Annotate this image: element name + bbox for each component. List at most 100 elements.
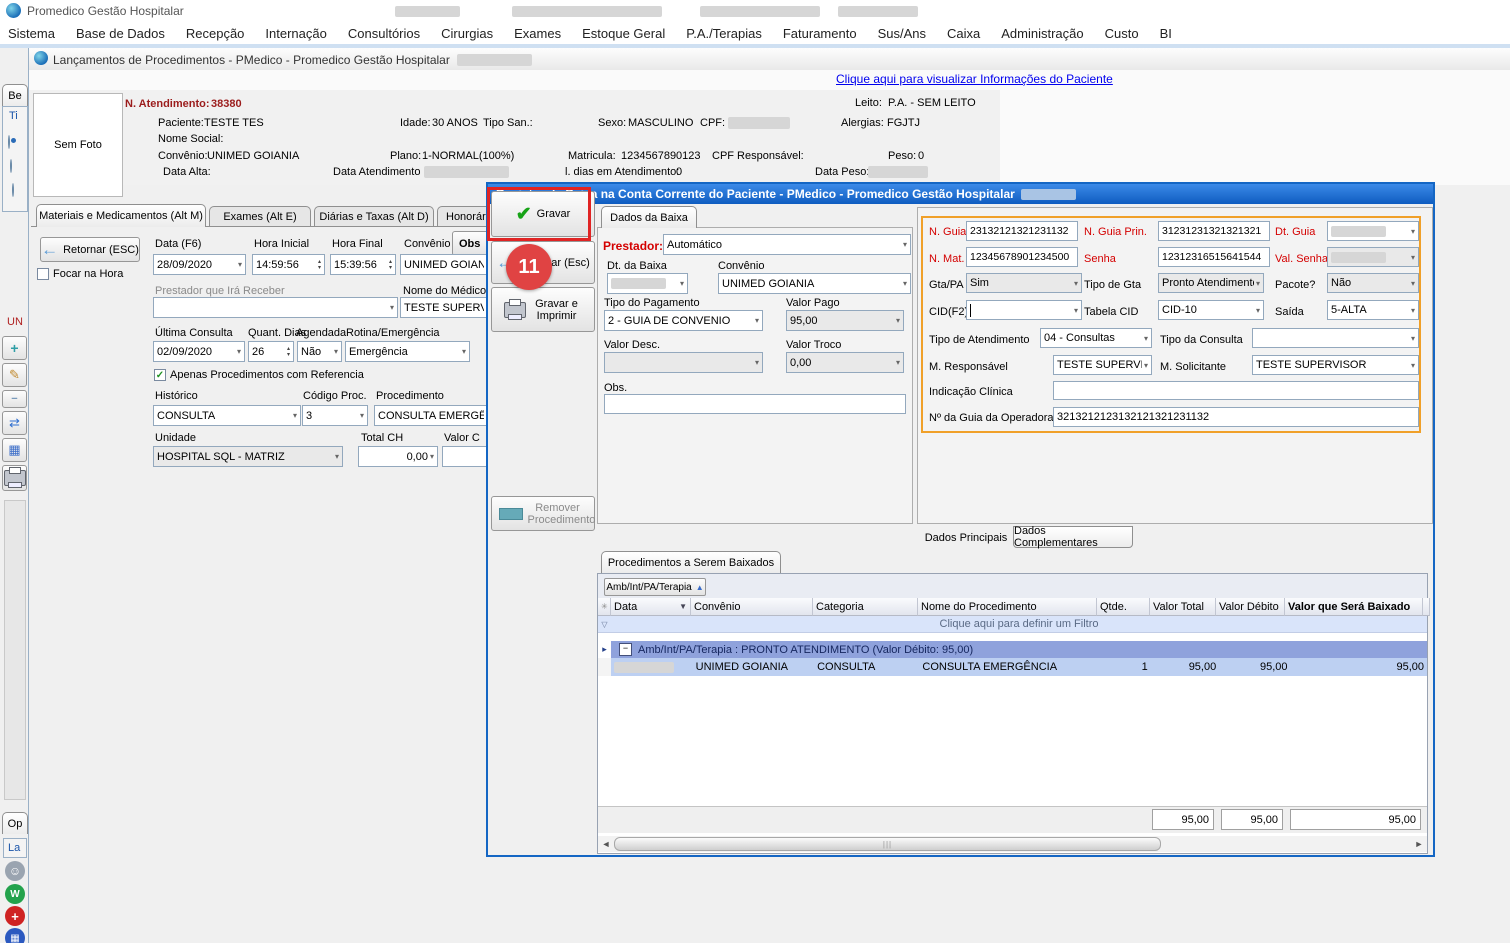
dropdown-arrow-icon[interactable]: ▾: [1411, 227, 1415, 236]
scroll-right-arrow[interactable]: ►: [1411, 839, 1427, 849]
dropdown-arrow-icon[interactable]: ▾: [334, 347, 338, 356]
col-header-valor-debito[interactable]: Valor Débito: [1216, 598, 1285, 616]
menu-consultorios[interactable]: Consultórios: [348, 26, 420, 41]
menu-bi[interactable]: BI: [1160, 26, 1172, 41]
obs-field[interactable]: [604, 394, 906, 414]
sidebar-radio-1[interactable]: [8, 135, 10, 149]
tab-dados-principais[interactable]: Dados Principais: [920, 528, 1012, 548]
total-ch-combo[interactable]: 0,00▾: [358, 446, 438, 467]
n-mat-field[interactable]: 12345678901234500: [966, 247, 1078, 267]
procedimento-field[interactable]: CONSULTA EMERGÊNCIA: [374, 405, 488, 426]
sidebar-tab-bottom[interactable]: Op: [2, 812, 28, 834]
dropdown-arrow-icon[interactable]: ▾: [680, 279, 684, 288]
col-header-valor-baixado[interactable]: Valor que Será Baixado: [1285, 598, 1423, 616]
dropdown-arrow-icon[interactable]: ▾: [1144, 361, 1148, 370]
dropdown-arrow-icon[interactable]: ▾: [1074, 306, 1078, 315]
n-guia-prin-field[interactable]: 31231231321321321: [1158, 221, 1270, 241]
spinner-icon[interactable]: ▴▾: [287, 346, 290, 358]
vitals-icon[interactable]: W: [5, 884, 25, 904]
dropdown-arrow-icon[interactable]: ▾: [430, 452, 434, 461]
calc-grid-icon[interactable]: ▦: [5, 928, 25, 943]
menu-custo[interactable]: Custo: [1105, 26, 1139, 41]
dialog-convenio-combo[interactable]: UNIMED GOIANIA▾: [718, 273, 911, 294]
quant-dias-spin[interactable]: 26▴▾: [248, 341, 294, 362]
apenas-proc-checkbox[interactable]: ✓: [154, 369, 166, 381]
senha-field[interactable]: 12312316515641544: [1158, 247, 1270, 267]
hora-final-spin[interactable]: 15:39:56▴▾: [330, 254, 396, 275]
menu-estoque-geral[interactable]: Estoque Geral: [582, 26, 665, 41]
dropdown-arrow-icon[interactable]: ▾: [360, 411, 364, 420]
menu-recepcao[interactable]: Recepção: [186, 26, 245, 41]
prestador-combo[interactable]: Automático▾: [663, 234, 911, 255]
n-guia-operadora-field[interactable]: 3213212123132121321231132: [1053, 407, 1419, 427]
prestador-receber-combo[interactable]: ▾: [153, 297, 398, 318]
menu-base-de-dados[interactable]: Base de Dados: [76, 26, 165, 41]
tab-exames[interactable]: Exames (Alt E): [209, 206, 311, 227]
col-header-valor-total[interactable]: Valor Total: [1150, 598, 1216, 616]
agendada-combo[interactable]: Não▾: [297, 341, 342, 362]
h-scrollbar[interactable]: ◄ ||| ►: [598, 836, 1427, 852]
saida-combo[interactable]: 5-ALTA▾: [1327, 300, 1419, 320]
tipo-atendimento-combo[interactable]: 04 - Consultas▾: [1040, 328, 1152, 348]
hora-inicial-spin[interactable]: 14:59:56▴▾: [252, 254, 325, 275]
rotina-combo[interactable]: Emergência▾: [345, 341, 470, 362]
menu-sistema[interactable]: Sistema: [8, 26, 55, 41]
historico-combo[interactable]: CONSULTA▾: [153, 405, 301, 426]
dropdown-arrow-icon[interactable]: ▾: [1411, 306, 1415, 315]
tipo-pagamento-combo[interactable]: 2 - GUIA DE CONVENIO▾: [604, 310, 763, 331]
col-header-data[interactable]: Data ▼: [611, 598, 691, 616]
nome-medico-field[interactable]: TESTE SUPERVISOR: [400, 297, 488, 318]
menu-administracao[interactable]: Administração: [1001, 26, 1083, 41]
collapse-icon[interactable]: −: [619, 643, 632, 656]
col-header-procedimento[interactable]: Nome do Procedimento: [918, 598, 1097, 616]
dropdown-arrow-icon[interactable]: ▾: [238, 260, 242, 269]
m-responsavel-combo[interactable]: TESTE SUPERVISOR▾: [1053, 355, 1152, 375]
add-button[interactable]: +: [2, 336, 27, 360]
dialog-titlebar[interactable]: Registro de Baixa na Conta Corrente do P…: [488, 184, 1433, 204]
remove-button[interactable]: −: [2, 390, 27, 408]
spinner-icon[interactable]: ▴▾: [389, 259, 392, 271]
menu-faturamento[interactable]: Faturamento: [783, 26, 857, 41]
grid-data-row[interactable]: UNIMED GOIANIA CONSULTA CONSULTA EMERGÊN…: [611, 658, 1427, 676]
convenio-combo[interactable]: UNIMED GOIANIA: [400, 254, 488, 275]
tab-dados-complementares[interactable]: Dados Complementares: [1013, 526, 1133, 548]
groupby-pill[interactable]: Amb/Int/PA/Terapia ▲: [604, 578, 706, 596]
ultima-consulta-combo[interactable]: 02/09/2020▾: [153, 341, 245, 362]
menu-cirurgias[interactable]: Cirurgias: [441, 26, 493, 41]
menu-caixa[interactable]: Caixa: [947, 26, 980, 41]
dt-baixa-combo[interactable]: ▾: [607, 273, 688, 294]
emergency-icon[interactable]: +: [5, 906, 25, 926]
tipo-consulta-combo[interactable]: ▾: [1252, 328, 1419, 348]
scroll-left-arrow[interactable]: ◄: [598, 839, 614, 849]
col-header-convenio[interactable]: Convênio: [691, 598, 813, 616]
dropdown-arrow-icon[interactable]: ▾: [1411, 334, 1415, 343]
col-header-categoria[interactable]: Categoria: [813, 598, 918, 616]
indicacao-field[interactable]: [1053, 381, 1419, 400]
dt-guia-combo[interactable]: ▾: [1327, 221, 1419, 241]
m-solicitante-combo[interactable]: TESTE SUPERVISOR▾: [1252, 355, 1419, 375]
dropdown-arrow-icon[interactable]: ▾: [462, 347, 466, 356]
valor-ch-field[interactable]: [442, 446, 488, 467]
transfer-button[interactable]: ⇄: [2, 411, 27, 435]
dropdown-arrow-icon[interactable]: ▾: [293, 411, 297, 420]
menu-sus-ans[interactable]: Sus/Ans: [878, 26, 926, 41]
dropdown-arrow-icon[interactable]: ▾: [903, 240, 907, 249]
print-button[interactable]: [2, 465, 27, 491]
tab-dados-da-baixa[interactable]: Dados da Baixa: [601, 206, 697, 228]
scroll-thumb[interactable]: |||: [614, 837, 1161, 851]
gravar-imprimir-button[interactable]: Gravar e Imprimir: [491, 287, 595, 332]
grid-button[interactable]: ▦: [2, 438, 27, 462]
tab-materiais[interactable]: Materiais e Medicamentos (Alt M): [36, 204, 206, 227]
spinner-icon[interactable]: ▴▾: [318, 259, 321, 271]
dropdown-arrow-icon[interactable]: ▾: [390, 303, 394, 312]
grid-filter-row[interactable]: Clique aqui para definir um Filtro: [611, 616, 1427, 633]
dropdown-arrow-icon[interactable]: ▾: [1144, 334, 1148, 343]
grid-group-row[interactable]: − Amb/Int/PA/Terapia : PRONTO ATENDIMENT…: [611, 641, 1427, 658]
edit-button[interactable]: ✎: [2, 363, 27, 387]
dropdown-arrow-icon[interactable]: ▾: [237, 347, 241, 356]
sidebar-radio-3[interactable]: [12, 183, 14, 197]
n-guia-field[interactable]: 23132121321231132: [966, 221, 1078, 241]
menu-exames[interactable]: Exames: [514, 26, 561, 41]
focar-checkbox[interactable]: [37, 268, 49, 280]
tabela-cid-combo[interactable]: CID-10▾: [1158, 300, 1264, 320]
